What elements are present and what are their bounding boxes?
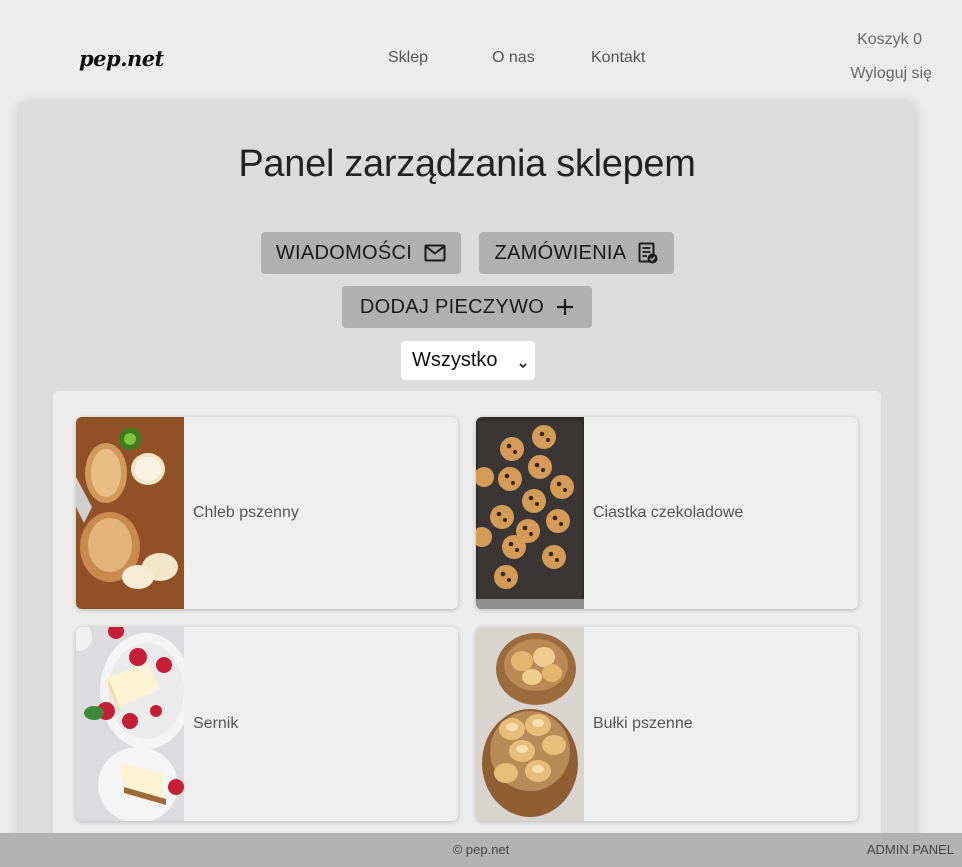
messages-button-label: WIADOMOŚCI (275, 241, 413, 264)
wheat-bread-image (76, 417, 184, 609)
product-name: Chleb pszenny (193, 504, 299, 521)
cheesecake-image (76, 627, 184, 821)
category-filter-select[interactable]: Wszystko (401, 341, 535, 380)
plus-icon (556, 298, 574, 316)
product-card[interactable]: Ciastka czekoladowe (476, 417, 858, 609)
cart-link[interactable]: Koszyk 0 (857, 31, 922, 49)
orders-button[interactable]: ZAMÓWIENIA (479, 232, 674, 274)
product-name: Ciastka czekoladowe (593, 504, 744, 521)
site-footer: © pep.net ADMIN PANEL (0, 833, 962, 867)
footer-copyright: © pep.net (452, 842, 510, 857)
product-grid: Chleb pszenny Ciastka czekoladowe Sernik… (53, 391, 881, 861)
orders-button-label: ZAMÓWIENIA (494, 241, 627, 264)
add-bread-button[interactable]: DODAJ PIECZYWO (342, 286, 592, 328)
messages-button[interactable]: WIADOMOŚCI (261, 232, 461, 274)
envelope-icon (424, 244, 446, 262)
wheat-rolls-image (476, 627, 584, 821)
chocolate-cookies-image (476, 417, 584, 609)
logout-link[interactable]: Wyloguj się (850, 65, 932, 83)
chevron-down-icon (518, 353, 528, 376)
product-name: Bułki pszenne (593, 715, 693, 732)
admin-panel-link[interactable]: ADMIN PANEL (867, 842, 954, 857)
add-bread-button-label: DODAJ PIECZYWO (359, 295, 545, 318)
receipt-check-icon (638, 242, 658, 264)
product-card[interactable]: Chleb pszenny (76, 417, 458, 609)
nav-link-shop[interactable]: Sklep (388, 49, 428, 67)
product-card[interactable]: Bułki pszenne (476, 627, 858, 821)
category-filter-value: Wszystko (412, 349, 498, 371)
product-card[interactable]: Sernik (76, 627, 458, 821)
product-name: Sernik (193, 715, 239, 732)
admin-panel: Panel zarządzania sklepem WIADOMOŚCI ZAM… (19, 101, 915, 861)
site-logo[interactable]: pep.net (79, 46, 164, 71)
nav-link-about[interactable]: O nas (492, 49, 535, 67)
nav-link-contact[interactable]: Kontakt (591, 49, 645, 67)
page-title: Panel zarządzania sklepem (238, 143, 696, 185)
